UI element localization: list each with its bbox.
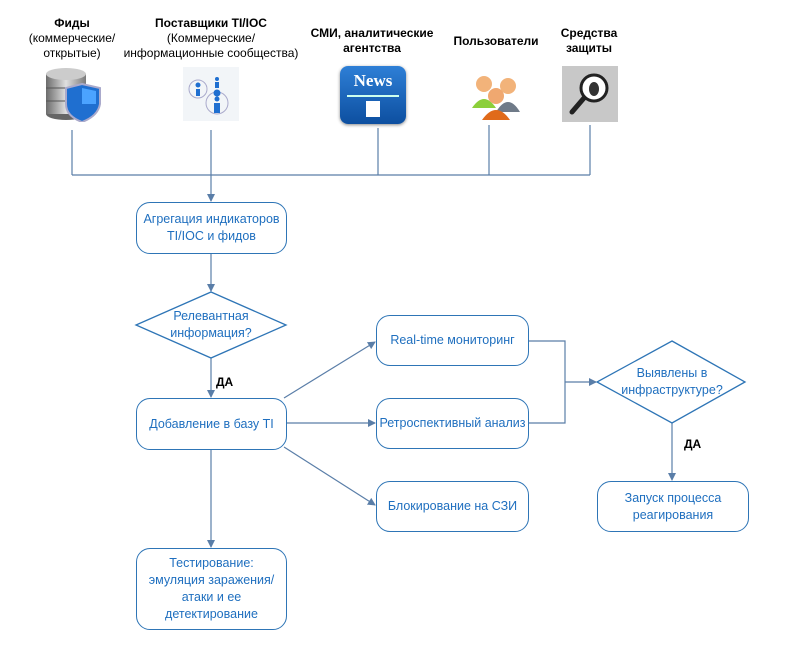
database-shield-icon xyxy=(46,68,101,122)
info-network-icon xyxy=(183,67,239,121)
realtime-to-junction xyxy=(528,340,566,424)
relevant-decision: Релевантная информация? xyxy=(170,309,252,340)
arrow-to-realtime xyxy=(283,341,376,399)
arrow-to-blocking xyxy=(283,446,376,506)
news-icon: News xyxy=(340,66,406,124)
yes-label-2: ДА xyxy=(684,437,702,451)
response-box: Запуск процесса реагирования xyxy=(597,481,749,532)
aggregation-box: Агрегация индикаторов TI/IOC и фидов xyxy=(136,202,287,254)
users-icon xyxy=(472,76,520,120)
source-security: Средства защиты xyxy=(560,26,618,55)
detected-decision: Выявлены в инфраструктуре? xyxy=(621,366,723,397)
blocking-box: Блокирование на СЗИ xyxy=(376,481,529,532)
source-users: Пользователи xyxy=(453,34,539,48)
testing-box: Тестирование: эмуляция заражения/ атаки … xyxy=(136,548,287,630)
retro-box: Ретроспективный анализ xyxy=(376,398,529,449)
yes-label-1: ДА xyxy=(216,375,234,389)
realtime-box: Real-time мониторинг xyxy=(376,315,529,366)
bug-magnifier-icon xyxy=(562,66,618,122)
source-providers: Поставщики TI/IOC (Коммерческие/ информа… xyxy=(123,16,299,60)
source-media: СМИ, аналитические агентства xyxy=(310,26,434,55)
source-feeds: Фиды (коммерческие/ открытые) xyxy=(28,16,116,60)
add-to-db-box: Добавление в базу TI xyxy=(136,398,287,450)
